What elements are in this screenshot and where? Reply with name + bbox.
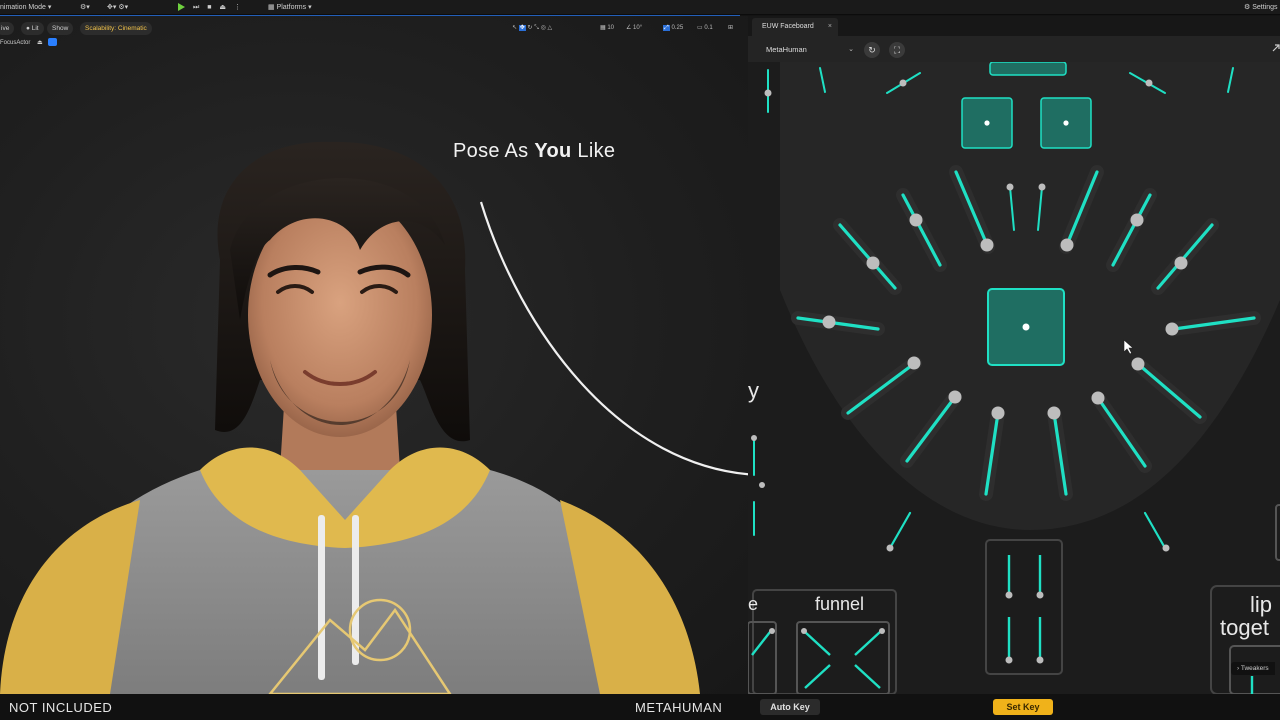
select-all-button[interactable]: ⛶ (889, 42, 905, 58)
metahuman-caption: METAHUMAN (635, 700, 723, 715)
preset-value: MetaHuman (766, 45, 807, 54)
tweakers-toggle[interactable]: › Tweakers (1231, 662, 1275, 675)
content-menu-button[interactable]: ⚙▾ (80, 0, 90, 15)
step-icon[interactable]: ⏭ (193, 0, 199, 15)
top-control-box[interactable] (989, 62, 1067, 76)
upper-lip-pad-right[interactable] (1040, 97, 1092, 149)
together-label: toget (1220, 615, 1269, 640)
select-frame-icon: ⛶ (893, 45, 901, 55)
tongue-control-box[interactable] (985, 539, 1063, 675)
mode-selector[interactable]: nimation Mode ▾ (0, 0, 51, 15)
gear-icon: ⚙ (1244, 4, 1253, 11)
platforms-icon: ▦ (268, 4, 277, 11)
tab-euw-faceboard[interactable]: EUW Faceboard × (752, 18, 838, 36)
main-toolbar: nimation Mode ▾ ⚙▾ ✥▾ ⚙▾ ⏭ ■ ⏏ ⋮ ▦ Platf… (0, 0, 1280, 15)
headline-emphasis: You (534, 140, 572, 162)
bottom-bar: NOT INCLUDED METAHUMAN Auto Key Set Key (0, 694, 1280, 720)
reset-button[interactable]: ↻ (864, 42, 880, 58)
tweakers-label: Tweakers (1240, 665, 1269, 672)
refresh-icon: ↻ (868, 45, 876, 55)
connector-curve (479, 201, 748, 476)
play-icon[interactable] (178, 3, 185, 12)
set-key-button[interactable]: Set Key (993, 699, 1053, 715)
not-included-caption: NOT INCLUDED (9, 700, 113, 715)
platforms-menu[interactable]: ▦ Platforms ▾ (268, 0, 312, 15)
auto-key-button[interactable]: Auto Key (760, 699, 820, 715)
stop-icon[interactable]: ■ (207, 0, 211, 15)
play-controls: ⏭ ■ ⏏ ⋮ (178, 0, 247, 15)
chevron-down-icon: ▾ (47, 4, 52, 11)
headline-part1: Pose As (453, 140, 535, 162)
blueprint-icon: ⚙▾ (80, 4, 90, 11)
sequencer-icon: ✥▾ ⚙▾ (107, 4, 129, 11)
cinematics-menu-button[interactable]: ✥▾ ⚙▾ (107, 0, 128, 15)
platforms-label: Platforms (276, 4, 307, 11)
chevron-down-icon: ⌄ (848, 46, 854, 53)
faceboard-toolbar: MetaHuman ⌄ ↻ ⛶ (748, 36, 1280, 62)
close-icon[interactable]: × (828, 18, 832, 36)
tab-title: EUW Faceboard (762, 23, 814, 30)
metahuman-character (0, 141, 748, 694)
faceboard-canvas[interactable]: funnel e y lip toget (748, 62, 1280, 694)
more-options-icon[interactable]: ⋮ (234, 0, 241, 15)
settings-label: Settings (1252, 4, 1278, 11)
slider-chin-left[interactable] (886, 511, 912, 552)
hoodie-string-left (318, 515, 325, 680)
right-edge-box[interactable] (1275, 504, 1280, 561)
eject-icon[interactable]: ⏏ (219, 0, 226, 15)
headline-caption: Pose As You Like (453, 140, 615, 163)
faceboard-panel: EUW Faceboard × MetaHuman ⌄ ↻ ⛶ funnel e… (748, 16, 1280, 694)
slider-outer-1[interactable] (764, 69, 772, 113)
preset-dropdown[interactable]: MetaHuman ⌄ (758, 42, 854, 57)
headline-part2: Like (571, 140, 616, 162)
panel-collapse-icon[interactable] (1272, 44, 1280, 52)
left-partial-label: e (748, 594, 759, 614)
slider-edge-left[interactable] (751, 435, 765, 536)
funnel-label: funnel (815, 594, 865, 614)
settings-button[interactable]: ⚙ Settings (1244, 0, 1278, 15)
y-partial-label: y (748, 378, 759, 403)
jaw-center-pad[interactable] (987, 288, 1065, 366)
panel-tab-bar: EUW Faceboard × (748, 16, 1280, 36)
upper-lip-pad-left[interactable] (961, 97, 1013, 149)
chevron-down-icon: ▾ (308, 4, 312, 11)
mode-label: nimation Mode (0, 4, 46, 11)
slider-chin-right[interactable] (1143, 511, 1170, 552)
